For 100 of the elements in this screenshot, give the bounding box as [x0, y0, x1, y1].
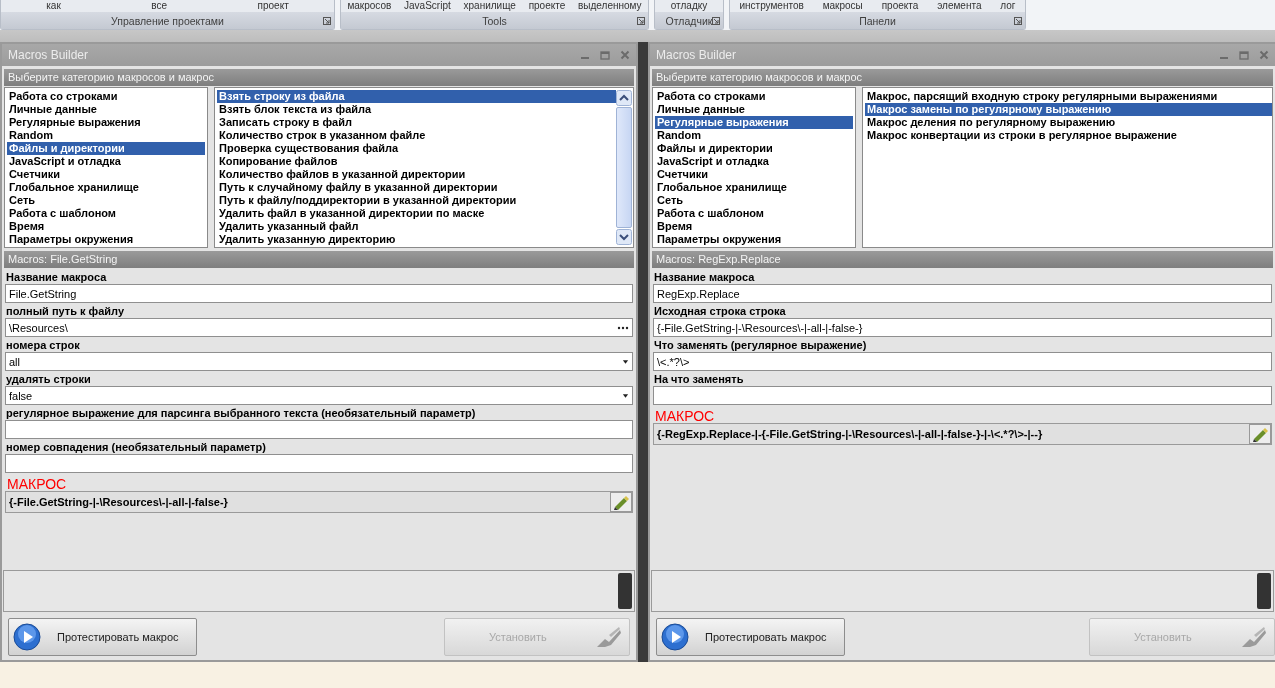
category-item[interactable]: Параметры окружения: [7, 233, 205, 246]
play-icon: [13, 623, 41, 651]
macro-item[interactable]: Удалить файл в указанной директории по маске: [217, 207, 616, 220]
input-field[interactable]: [653, 386, 1272, 405]
input-field[interactable]: \Resources\: [5, 318, 633, 337]
macro-item[interactable]: Макрос деления по регулярному выражению: [865, 116, 1272, 129]
macro-item[interactable]: Путь к случайному файлу в указанной директории: [217, 181, 616, 194]
category-item[interactable]: Глобальное хранилище: [7, 181, 205, 194]
caret-icon[interactable]: [622, 359, 629, 364]
macro-item[interactable]: Путь к файлу/поддиректории в указанной директории: [217, 194, 616, 207]
macro-item[interactable]: Макрос конвертации из строки в регулярное выражение: [865, 129, 1272, 142]
macro-item[interactable]: Количество файлов в указанной директории: [217, 168, 616, 181]
category-item[interactable]: Random: [7, 129, 205, 142]
macro-field[interactable]: {-File.GetString-|-\Resources\-|-all-|-false-}: [5, 491, 633, 513]
category-item[interactable]: JavaScript и отладка: [655, 155, 853, 168]
category-item[interactable]: Random: [655, 129, 853, 142]
macro-item[interactable]: Удалить указанный файл: [217, 220, 616, 233]
input-field[interactable]: [5, 420, 633, 439]
close-icon[interactable]: [1259, 50, 1269, 60]
scroll-down-icon[interactable]: [616, 229, 632, 245]
field-label: удалять строки: [5, 372, 92, 386]
ribbon-button[interactable]: макросы: [822, 0, 863, 12]
category-item[interactable]: Счетчики: [655, 168, 853, 181]
edit-button[interactable]: [610, 492, 632, 512]
category-item[interactable]: Глобальное хранилище: [655, 181, 853, 194]
category-item[interactable]: Работа с шаблоном: [655, 207, 853, 220]
dropdown[interactable]: all: [5, 352, 633, 371]
maximize-icon[interactable]: [1239, 50, 1249, 60]
category-item[interactable]: Сеть: [655, 194, 853, 207]
category-item[interactable]: Параметры окружения: [655, 233, 853, 246]
scrollbar[interactable]: [618, 573, 632, 609]
category-item[interactable]: Работа со строками: [655, 90, 853, 103]
macro-item[interactable]: Проверка существования файла: [217, 142, 616, 155]
category-item[interactable]: JavaScript и отладка: [7, 155, 205, 168]
category-item[interactable]: Файлы и директории: [7, 142, 205, 155]
category-item[interactable]: Личные данные: [655, 103, 853, 116]
macro-expression: {-File.GetString-|-\Resources\-|-all-|-false-}: [9, 496, 229, 508]
category-item[interactable]: Время: [7, 220, 205, 233]
category-item[interactable]: Сеть: [7, 194, 205, 207]
macro-field[interactable]: {-RegExp.Replace-|-{-File.GetString-|-\Resources\-|-all-|-false-}-|-\<.*?\>-|--}: [653, 423, 1272, 445]
macro-item[interactable]: Макрос, парсящий входную строку регулярными выражениями: [865, 90, 1272, 103]
field-label: полный путь к файлу: [5, 304, 126, 318]
macro-item[interactable]: Взять строку из файла: [217, 90, 616, 103]
ribbon-button[interactable]: JavaScript: [404, 0, 451, 12]
ribbon-button[interactable]: отладку: [670, 0, 708, 12]
maximize-icon[interactable]: [600, 50, 610, 60]
macro-item[interactable]: Взять блок текста из файла: [217, 103, 616, 116]
test-macro-button[interactable]: Протестировать макрос: [8, 618, 197, 656]
input-field[interactable]: RegExp.Replace: [653, 284, 1272, 303]
ribbon-button[interactable]: выделенному: [578, 0, 642, 12]
macro-item[interactable]: Записать строку в файл: [217, 116, 616, 129]
ribbon-button[interactable]: все: [151, 0, 168, 12]
category-item[interactable]: Работа с шаблоном: [7, 207, 205, 220]
category-item[interactable]: Личные данные: [7, 103, 205, 116]
input-field[interactable]: File.GetString: [5, 284, 633, 303]
category-item[interactable]: Файлы и директории: [655, 142, 853, 155]
ribbon-button[interactable]: проект: [257, 0, 289, 12]
scroll-thumb[interactable]: [616, 107, 632, 228]
category-item[interactable]: Регулярные выражения: [7, 116, 205, 129]
ribbon-group-title: Управление проектами: [111, 14, 224, 27]
ribbon-button[interactable]: инструментов: [739, 0, 804, 12]
dialog-launcher-icon[interactable]: [323, 17, 331, 25]
caret-icon[interactable]: [622, 393, 629, 398]
dropdown[interactable]: false: [5, 386, 633, 405]
ribbon-button[interactable]: хранилище: [463, 0, 516, 12]
field-label: номер совпадения (необязательный параметр): [5, 440, 267, 454]
section-header: Выберите категорию макросов и макрос: [652, 69, 1273, 86]
ribbon-group-title: Панели: [859, 14, 896, 27]
category-item[interactable]: Время: [655, 220, 853, 233]
ribbon-button[interactable]: лог: [1000, 0, 1016, 12]
input-field[interactable]: \<.*?\>: [653, 352, 1272, 371]
ribbon-button[interactable]: проекте: [528, 0, 566, 12]
input-field[interactable]: [5, 454, 633, 473]
ribbon-group-title: Отладчик: [665, 14, 713, 27]
play-icon: [661, 623, 689, 651]
dialog-launcher-icon[interactable]: [637, 17, 645, 25]
field-label: Исходная строка строка: [653, 304, 787, 318]
category-item[interactable]: Регулярные выражения: [655, 116, 853, 129]
category-item[interactable]: Работа со строками: [7, 90, 205, 103]
macro-item[interactable]: Количество строк в указанном файле: [217, 129, 616, 142]
input-field[interactable]: {-File.GetString-|-\Resources\-|-all-|-false-}: [653, 318, 1272, 337]
edit-button[interactable]: [1249, 424, 1271, 444]
macro-item[interactable]: Макрос замены по регулярному выражению: [865, 103, 1272, 116]
scrollbar[interactable]: [616, 90, 632, 245]
scrollbar[interactable]: [1257, 573, 1271, 609]
dialog-launcher-icon[interactable]: [712, 17, 720, 25]
close-icon[interactable]: [620, 50, 630, 60]
category-item[interactable]: Счетчики: [7, 168, 205, 181]
macro-item[interactable]: Копирование файлов: [217, 155, 616, 168]
dialog-launcher-icon[interactable]: [1014, 17, 1022, 25]
window-title: Macros Builder: [8, 48, 89, 62]
macro-header: Macros: RegExp.Replace: [652, 251, 1273, 268]
ribbon-button[interactable]: элемента: [937, 0, 982, 12]
ribbon-button[interactable]: макросов: [347, 0, 392, 12]
ribbon-button[interactable]: как: [46, 0, 61, 12]
field-label: Название макроса: [653, 270, 756, 284]
test-macro-button[interactable]: Протестировать макрос: [656, 618, 845, 656]
macro-item[interactable]: Удалить указанную директорию: [217, 233, 616, 246]
ribbon-button[interactable]: проекта: [881, 0, 919, 12]
scroll-up-icon[interactable]: [616, 90, 632, 106]
